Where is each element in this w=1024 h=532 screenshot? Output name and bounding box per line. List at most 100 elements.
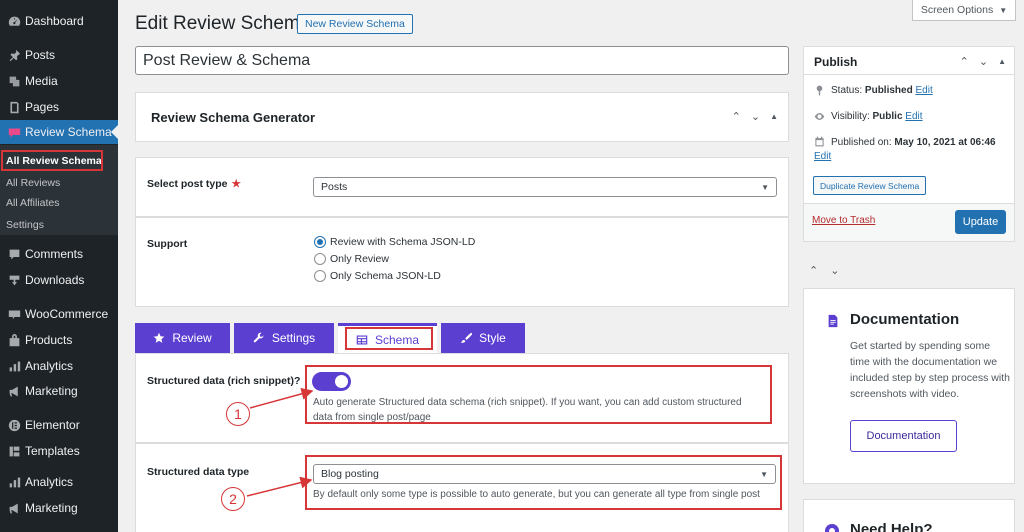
megaphone-icon — [5, 502, 23, 515]
radio-label: Review with Schema JSON-LD — [330, 236, 476, 248]
sidebar-item-label: Templates — [25, 444, 80, 458]
submenu-all-affiliates[interactable]: All Affiliates — [6, 197, 60, 209]
published-value: May 10, 2021 at 06:46 — [894, 137, 996, 148]
toggle-panel-icon[interactable]: ▲ — [770, 112, 778, 123]
analytics-icon — [5, 360, 23, 373]
publish-actions: Move to Trash Update — [804, 203, 1014, 241]
chevron-down-icon[interactable]: ⌄ — [979, 55, 988, 68]
edit-date-link[interactable]: Edit — [814, 151, 831, 162]
sidebar-item-label: Products — [25, 333, 73, 347]
screen-options-label: Screen Options — [920, 4, 994, 16]
download-icon — [5, 274, 23, 287]
tab-settings[interactable]: Settings — [234, 323, 334, 353]
sidebar-item-review-schema[interactable]: Review Schema — [0, 120, 118, 144]
annotation-box-2 — [305, 455, 782, 510]
tab-label: Style — [479, 331, 506, 345]
help-icon — [825, 524, 839, 532]
published-label: Published on: — [831, 137, 892, 148]
sidebar-item-label: Analytics — [25, 359, 74, 373]
sidebar-item-label: Dashboard — [25, 14, 84, 28]
update-button[interactable]: Update — [955, 210, 1006, 234]
panel-title: Review Schema Generator — [151, 110, 316, 125]
support-row: Support Review with Schema JSON-LD Only … — [135, 217, 789, 307]
support-option-review-schema[interactable]: Review with Schema JSON-LD — [314, 236, 475, 248]
sidebar-item-products[interactable]: Products — [0, 328, 118, 352]
sidebar-item-label: Pages — [25, 100, 60, 114]
submenu-all-reviews[interactable]: All Reviews — [6, 177, 60, 189]
chevron-up-icon[interactable]: ⌃ — [732, 110, 741, 123]
sidebar-item-marketing-2[interactable]: Marketing — [0, 496, 118, 520]
sidebar-item-label: Comments — [25, 247, 84, 261]
admin-sidebar: Dashboard Posts Media Pages Review Schem… — [0, 0, 118, 532]
dashboard-icon — [5, 15, 23, 28]
sidebar-item-marketing[interactable]: Marketing — [0, 379, 118, 403]
post-type-label-text: Select post type — [147, 178, 228, 190]
comment-icon — [5, 248, 23, 261]
documentation-box: Documentation Get started by spending so… — [803, 288, 1015, 484]
sidebar-item-label: Downloads — [25, 273, 85, 287]
document-icon — [828, 314, 838, 328]
review-schema-icon — [5, 126, 23, 139]
support-label: Support — [147, 238, 188, 250]
annotation-box-1 — [305, 365, 772, 424]
support-option-only-schema[interactable]: Only Schema JSON-LD — [314, 270, 441, 282]
radio-label: Only Review — [330, 253, 389, 265]
sidebar-item-analytics-2[interactable]: Analytics — [0, 470, 118, 494]
radio-unchecked-icon — [314, 270, 326, 282]
pin-icon — [816, 85, 823, 96]
pages-icon — [5, 101, 23, 114]
sidebar-item-pages[interactable]: Pages — [0, 95, 118, 119]
sidebar-item-label: Marketing — [25, 384, 78, 398]
tab-style[interactable]: Style — [441, 323, 525, 353]
woocommerce-icon — [5, 308, 23, 321]
sidebar-item-elementor[interactable]: Elementor — [0, 413, 118, 437]
sidebar-item-media[interactable]: Media — [0, 69, 118, 93]
brush-icon — [460, 332, 473, 343]
toggle-panel-icon[interactable]: ▲ — [998, 57, 1006, 68]
duplicate-review-schema-button[interactable]: Duplicate Review Schema — [813, 176, 927, 195]
post-title-input[interactable]: Post Review & Schema — [135, 46, 789, 75]
products-icon — [5, 333, 23, 347]
structured-data-label: Structured data (rich snippet)? — [147, 375, 301, 387]
edit-visibility-link[interactable]: Edit — [905, 111, 922, 122]
tab-label: Settings — [271, 331, 316, 345]
sidebar-item-templates[interactable]: Templates — [0, 439, 118, 463]
radio-checked-icon — [314, 236, 326, 248]
edit-status-link[interactable]: Edit — [916, 85, 933, 96]
screen-options-button[interactable]: Screen Options ▼ — [912, 0, 1016, 21]
calendar-icon — [815, 136, 824, 147]
page-title: Edit Review Schema — [135, 13, 311, 34]
chevron-down-icon[interactable]: ⌄ — [830, 264, 839, 277]
documentation-title: Documentation — [850, 311, 960, 328]
documentation-button[interactable]: Documentation — [850, 420, 957, 452]
sidebar-item-woocommerce[interactable]: WooCommerce — [0, 302, 118, 326]
sidebar-item-downloads[interactable]: Downloads — [0, 268, 118, 292]
sidebar-item-analytics[interactable]: Analytics — [0, 354, 118, 378]
sidebar-item-comments[interactable]: Comments — [0, 242, 118, 266]
annotation-badge-2: 2 — [221, 487, 245, 511]
post-type-select[interactable]: Posts ▼ — [313, 177, 777, 197]
sidebar-item-label: Marketing — [25, 501, 78, 515]
chevron-up-icon[interactable]: ⌃ — [960, 55, 969, 68]
sidebar-item-dashboard[interactable]: Dashboard — [0, 9, 118, 33]
status-value: Published — [864, 85, 913, 96]
publish-status: Status: Published Edit — [814, 85, 933, 96]
pin-icon — [5, 49, 23, 62]
publish-date: Published on: May 10, 2021 at 06:46 Edit — [814, 136, 996, 164]
sidebar-item-posts[interactable]: Posts — [0, 43, 118, 67]
templates-icon — [5, 445, 23, 458]
support-option-only-review[interactable]: Only Review — [314, 253, 389, 265]
move-to-trash-link[interactable]: Move to Trash — [812, 215, 875, 226]
tab-review[interactable]: Review — [135, 323, 230, 353]
elementor-icon — [5, 419, 23, 432]
post-type-selected: Posts — [321, 181, 348, 193]
divider — [804, 74, 1014, 75]
analytics-icon — [5, 476, 23, 489]
submenu-settings[interactable]: Settings — [6, 219, 44, 231]
chevron-down-icon[interactable]: ⌄ — [751, 110, 760, 123]
new-review-schema-button[interactable]: New Review Schema — [297, 14, 413, 34]
chevron-up-icon[interactable]: ⌃ — [809, 264, 818, 277]
post-type-label: Select post type ★ — [147, 178, 241, 190]
sidebar-item-label: WooCommerce — [25, 307, 109, 321]
publish-title: Publish — [814, 55, 858, 69]
